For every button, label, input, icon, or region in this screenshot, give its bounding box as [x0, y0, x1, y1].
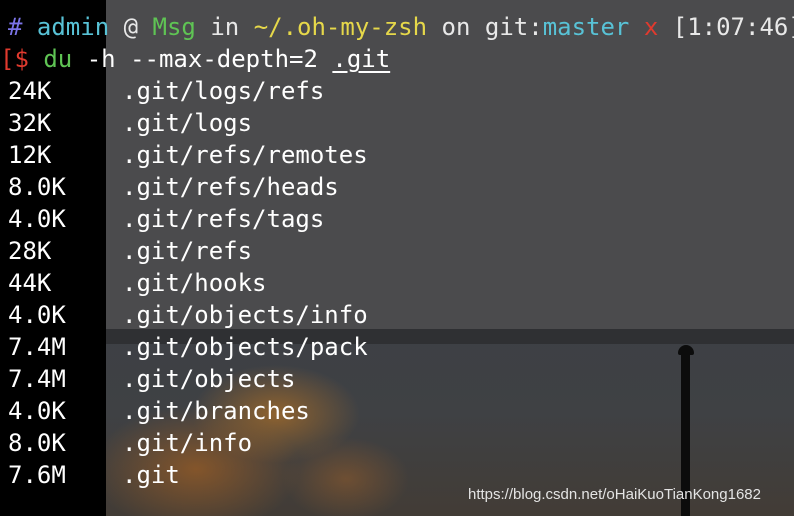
output-path: .git/hooks — [122, 269, 267, 297]
output-path: .git — [122, 461, 180, 489]
output-size: 24K — [8, 77, 52, 105]
output-path: .git/branches — [122, 397, 310, 425]
prompt-branch: master — [542, 13, 630, 41]
command-prompt-dollar: $ — [14, 45, 29, 73]
command-target: .git — [332, 45, 391, 73]
output-size: 4.0K — [8, 301, 66, 329]
output-size: 8.0K — [8, 173, 66, 201]
command-flag-depth: --max-depth=2 — [130, 45, 318, 73]
command-line[interactable]: [$ du -h --max-depth=2 .git — [0, 43, 390, 75]
prompt-in: in — [210, 13, 240, 41]
output-path: .git/refs/heads — [122, 173, 339, 201]
output-path: .git/refs — [122, 237, 253, 265]
prompt-dirty-mark: x — [643, 13, 659, 41]
command-bracket: [ — [0, 45, 15, 73]
output-size: 28K — [8, 237, 52, 265]
output-size: 4.0K — [8, 397, 66, 425]
output-path: .git/logs — [122, 109, 253, 137]
prompt-git-label: git: — [484, 13, 543, 41]
prompt-host: Msg — [152, 13, 196, 41]
prompt-at: @ — [123, 13, 139, 41]
output-size: 7.4M — [8, 365, 66, 393]
command-name: du — [43, 45, 73, 73]
output-size: 12K — [8, 141, 52, 169]
output-size: 32K — [8, 109, 52, 137]
output-size: 4.0K — [8, 205, 66, 233]
output-size: 7.4M — [8, 333, 66, 361]
prompt-hash: # — [8, 13, 23, 41]
output-size: 7.6M — [8, 461, 66, 489]
output-path: .git/refs/tags — [122, 205, 325, 233]
command-flag-human: -h — [86, 45, 116, 73]
prompt-user: admin — [36, 13, 110, 41]
output-path: .git/objects/pack — [122, 333, 368, 361]
prompt-time: [1:07:46] — [672, 13, 794, 41]
output-path: .git/refs/remotes — [122, 141, 368, 169]
prompt-line: # admin @ Msg in ~/.oh-my-zsh on git:mas… — [8, 11, 794, 43]
prompt-on: on — [441, 13, 471, 41]
output-path: .git/objects/info — [122, 301, 368, 329]
output-size: 8.0K — [8, 429, 66, 457]
output-path: .git/info — [122, 429, 253, 457]
output-path: .git/objects — [122, 365, 296, 393]
watermark-text: https://blog.csdn.net/oHaiKuoTianKong168… — [468, 486, 761, 503]
prompt-path: ~/.oh-my-zsh — [253, 13, 428, 41]
output-path: .git/logs/refs — [122, 77, 325, 105]
output-size: 44K — [8, 269, 52, 297]
